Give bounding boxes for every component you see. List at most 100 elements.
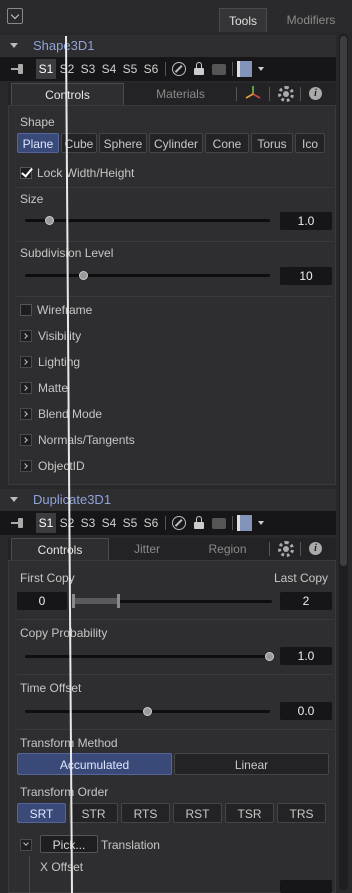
matte-expand-icon[interactable] <box>20 382 32 394</box>
tab-modifiers[interactable]: Modifiers <box>276 8 346 32</box>
transform-axis-icon[interactable] <box>244 84 262 102</box>
last-copy-input[interactable]: 2 <box>280 592 332 610</box>
subtab-controls[interactable]: Controls <box>11 83 124 105</box>
lighting-expand-icon[interactable] <box>20 356 32 368</box>
pin-icon[interactable] <box>11 518 27 528</box>
order-tsr-button[interactable]: TSR <box>225 803 274 823</box>
panel-scrollbar[interactable] <box>339 34 348 890</box>
wireframe-label: Wireframe <box>37 303 93 317</box>
time-offset-knob[interactable] <box>142 707 152 716</box>
tool-name: Duplicate3D1 <box>33 492 112 507</box>
cache-icon[interactable] <box>212 64 226 75</box>
subdivision-slider-knob[interactable] <box>78 271 88 280</box>
divider <box>236 87 237 101</box>
transform-method-accumulated[interactable]: Accumulated <box>17 753 172 775</box>
transform-method-label: Transform Method <box>20 736 118 750</box>
tab-tools[interactable]: Tools <box>219 8 267 32</box>
size-label: Size <box>20 192 44 206</box>
range-start-handle[interactable] <box>72 594 75 608</box>
cache-icon[interactable] <box>212 518 226 529</box>
order-str-button[interactable]: STR <box>69 803 118 823</box>
collapse-caret-icon[interactable] <box>10 497 18 502</box>
collapse-caret-icon[interactable] <box>10 43 18 48</box>
transform-method-linear[interactable]: Linear <box>174 753 329 775</box>
size-value-input[interactable]: 1.0 <box>280 212 332 230</box>
view-slot-s4[interactable]: S4 <box>99 59 119 79</box>
shape-sphere-button[interactable]: Sphere <box>99 133 147 153</box>
disable-icon[interactable] <box>172 516 186 530</box>
subtab-jitter[interactable]: Jitter <box>112 538 182 560</box>
gear-icon[interactable] <box>278 541 294 557</box>
view-slot-s1[interactable]: S1 <box>36 59 56 79</box>
x-offset-label: X Offset <box>40 860 84 874</box>
size-slider[interactable] <box>25 219 270 222</box>
copy-probability-knob[interactable] <box>265 652 274 661</box>
view-slot-s6[interactable]: S6 <box>141 59 161 79</box>
shape-torus-button[interactable]: Torus <box>251 133 293 153</box>
group-indent-line <box>29 856 30 893</box>
pick-button[interactable]: Pick... <box>40 835 98 853</box>
copy-probability-input[interactable]: 1.0 <box>280 647 332 665</box>
tool-color-swatch[interactable] <box>237 61 252 77</box>
normals-expand-icon[interactable] <box>20 434 32 446</box>
subtab-materials[interactable]: Materials <box>128 83 233 105</box>
lock-icon[interactable] <box>193 62 207 76</box>
x-offset-input[interactable] <box>280 880 332 893</box>
shape-plane-button[interactable]: Plane <box>17 133 59 153</box>
view-slot-s5[interactable]: S5 <box>120 59 140 79</box>
wireframe-checkbox[interactable] <box>20 304 32 316</box>
order-srt-button[interactable]: SRT <box>17 803 66 823</box>
view-slot-s5[interactable]: S5 <box>120 513 140 533</box>
tool-header-shape3d[interactable]: Shape3D1 <box>0 35 336 57</box>
tool-header-duplicate3d[interactable]: Duplicate3D1 <box>0 489 336 511</box>
gear-icon[interactable] <box>278 86 294 102</box>
chevron-down-icon[interactable] <box>258 521 264 525</box>
divider <box>300 87 301 101</box>
section-normals-tangents[interactable]: Normals/Tangents <box>38 433 135 447</box>
size-slider-knob[interactable] <box>44 216 54 225</box>
order-rts-button[interactable]: RTS <box>121 803 170 823</box>
subtab-controls[interactable]: Controls <box>11 538 109 560</box>
divider <box>17 241 333 242</box>
subtab-region[interactable]: Region <box>190 538 265 560</box>
blend-mode-expand-icon[interactable] <box>20 408 32 420</box>
info-icon[interactable]: i <box>309 87 322 100</box>
visibility-expand-icon[interactable] <box>20 330 32 342</box>
view-slot-s3[interactable]: S3 <box>78 59 98 79</box>
lock-width-height-checkbox[interactable] <box>20 167 32 179</box>
view-slot-s6[interactable]: S6 <box>141 513 161 533</box>
subdivision-value-input[interactable]: 10 <box>280 267 332 285</box>
section-visibility[interactable]: Visibility <box>38 329 81 343</box>
objectid-expand-icon[interactable] <box>20 460 32 472</box>
divider <box>17 619 333 620</box>
view-slot-s4[interactable]: S4 <box>99 513 119 533</box>
copy-probability-slider[interactable] <box>25 655 270 658</box>
chevron-down-icon[interactable] <box>258 67 264 71</box>
translation-expand-icon[interactable] <box>20 839 32 851</box>
info-icon[interactable]: i <box>309 542 322 555</box>
pin-icon[interactable] <box>11 64 27 74</box>
section-lighting[interactable]: Lighting <box>38 355 80 369</box>
view-slot-s3[interactable]: S3 <box>78 513 98 533</box>
section-blend-mode[interactable]: Blend Mode <box>38 407 102 421</box>
shape-ico-button[interactable]: Ico <box>295 133 325 153</box>
divider <box>269 542 270 556</box>
tool-color-swatch[interactable] <box>237 515 252 531</box>
divider <box>17 296 333 297</box>
disable-icon[interactable] <box>172 62 186 76</box>
range-end-handle[interactable] <box>117 594 120 608</box>
subdivision-slider[interactable] <box>25 274 270 277</box>
shape-cylinder-button[interactable]: Cylinder <box>149 133 203 153</box>
order-rst-button[interactable]: RST <box>173 803 222 823</box>
shape-cone-button[interactable]: Cone <box>205 133 249 153</box>
view-slot-s2[interactable]: S2 <box>57 513 77 533</box>
section-objectid[interactable]: ObjectID <box>38 459 85 473</box>
view-slot-s1[interactable]: S1 <box>36 513 56 533</box>
time-offset-input[interactable]: 0.0 <box>280 702 332 720</box>
scroll-thumb[interactable] <box>340 36 347 566</box>
lock-icon[interactable] <box>193 516 207 530</box>
panel-menu-button[interactable] <box>7 8 23 24</box>
first-copy-input[interactable]: 0 <box>17 592 67 610</box>
order-trs-button[interactable]: TRS <box>277 803 326 823</box>
section-matte[interactable]: Matte <box>38 381 68 395</box>
